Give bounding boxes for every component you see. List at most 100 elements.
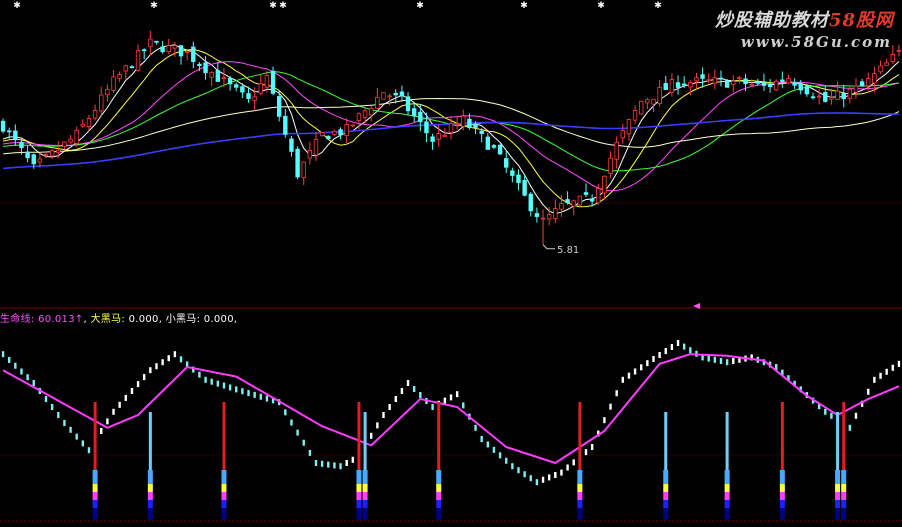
oscillator-bar	[32, 380, 35, 386]
oscillator-bar	[419, 392, 422, 398]
candle-body	[393, 92, 398, 96]
oscillator-bar	[535, 479, 539, 486]
candle-body	[369, 107, 374, 116]
oscillator-bar	[241, 388, 244, 395]
candle-body	[565, 199, 570, 204]
oscillator-bar	[376, 422, 379, 429]
oscillator-bar	[505, 457, 508, 464]
candle-body	[356, 113, 362, 121]
oscillator-bar	[130, 388, 134, 394]
candle-body	[700, 74, 705, 79]
oscillator-bar	[443, 397, 447, 404]
candle-body	[479, 130, 484, 134]
candle-body	[362, 110, 368, 118]
candle	[418, 104, 423, 132]
candle	[694, 72, 699, 90]
candle	[326, 135, 331, 140]
marker-icon: ✱	[416, 1, 424, 11]
candle	[123, 64, 128, 79]
signal-spike	[147, 412, 153, 520]
candle-body	[344, 124, 349, 136]
candle-body	[816, 95, 822, 98]
candle	[184, 51, 190, 61]
candlesticks	[0, 30, 902, 245]
watermark-url: www.58Gu.com	[740, 33, 892, 51]
oscillator-bar	[676, 340, 680, 346]
oscillator-bar	[879, 372, 882, 379]
spike-seg	[221, 508, 227, 520]
candle-body	[614, 141, 619, 160]
candle	[583, 183, 589, 198]
candle-body	[553, 208, 558, 219]
candle-body	[608, 157, 613, 174]
spike-seg	[362, 470, 368, 484]
oscillator-bar	[707, 355, 710, 362]
oscillator-bar	[658, 352, 661, 358]
oscillator-bar	[523, 471, 526, 478]
oscillator-bar	[296, 429, 299, 436]
candle-body	[810, 96, 816, 99]
oscillator-bar	[112, 408, 115, 415]
candle	[859, 78, 865, 87]
candle-body	[0, 120, 6, 132]
oscillator-bar	[222, 382, 226, 389]
oscillator-bar	[333, 462, 336, 469]
candle	[718, 70, 724, 87]
top-markers: ✱ ✱ ✱ ✱ ✱ ✱ ✱ ✱	[13, 1, 662, 11]
spike-stem	[357, 402, 361, 470]
candle	[540, 209, 546, 245]
candle-body	[528, 193, 533, 212]
signal-spike	[663, 412, 669, 520]
candle	[737, 75, 742, 84]
oscillator-bar	[682, 343, 686, 350]
candle-body	[731, 80, 736, 85]
candle	[700, 67, 705, 88]
oscillator-bar	[388, 404, 391, 410]
candle-body	[632, 110, 638, 121]
candle-body	[694, 77, 699, 82]
candle	[234, 82, 239, 92]
candle-body	[681, 83, 687, 86]
oscillator-bar	[302, 439, 305, 446]
candle-body	[129, 66, 135, 69]
candle	[534, 207, 540, 223]
candle-body	[430, 136, 435, 142]
candle	[154, 40, 159, 45]
spike-seg	[147, 508, 153, 520]
candle-body	[626, 119, 632, 135]
candle	[178, 45, 184, 65]
candle-body	[184, 51, 190, 53]
candle-body	[326, 135, 331, 140]
candle	[105, 84, 110, 102]
oscillator-bar	[247, 390, 250, 397]
candle-body	[375, 97, 380, 109]
oscillator-bar	[566, 464, 569, 471]
candle	[878, 60, 883, 74]
oscillator-bar	[412, 386, 416, 392]
oscillator-bar	[713, 356, 717, 363]
candle	[387, 93, 392, 106]
oscillator-bar	[136, 381, 140, 388]
oscillator-bar	[20, 368, 23, 375]
candle-body	[264, 75, 270, 88]
oscillator-bar	[142, 374, 146, 381]
spike-seg	[835, 500, 841, 508]
candle	[528, 191, 533, 217]
oscillator-bar	[873, 376, 876, 383]
spike-seg	[147, 470, 153, 484]
candle-body	[7, 130, 12, 133]
candle-body	[227, 77, 233, 85]
marker-icon: ✱	[520, 1, 528, 11]
spike-seg	[356, 484, 362, 492]
signal-spike	[577, 402, 583, 520]
candle-body	[829, 97, 834, 100]
oscillator-bar	[75, 433, 78, 440]
oscillator-bar	[603, 417, 606, 424]
stock-chart[interactable]: ✱ ✱ ✱ ✱ ✱ ✱ ✱ ✱ 5.81	[0, 0, 902, 527]
candle-body	[602, 175, 607, 194]
marker-icon: ✱	[597, 1, 605, 11]
candle-body	[418, 111, 423, 123]
candle	[485, 133, 491, 150]
candle	[669, 73, 675, 97]
candle	[767, 79, 773, 93]
